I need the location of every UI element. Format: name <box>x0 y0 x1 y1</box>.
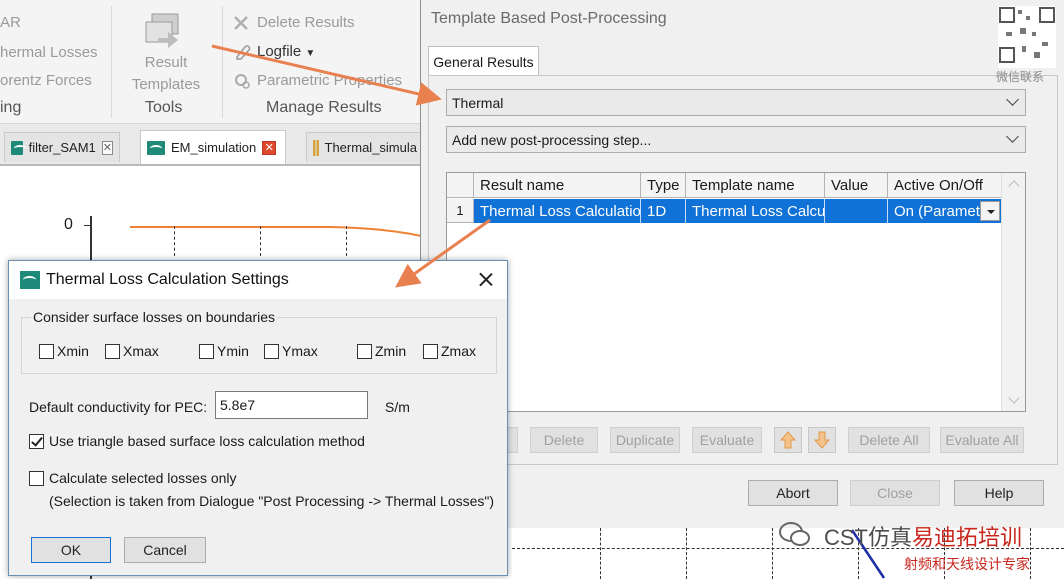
watermark-brand-red: 易迪拓培训 <box>912 525 1023 550</box>
watermark-tagline: 射频和天线设计专家 <box>904 556 1030 572</box>
callout-arrow-settings <box>395 218 491 288</box>
grid-line <box>772 528 773 579</box>
grid-line <box>1030 528 1031 579</box>
callout-arrow-templates <box>211 44 442 106</box>
callout-arrows <box>211 44 491 288</box>
grid-line <box>600 528 601 579</box>
watermark-brand-text: CST仿真 <box>824 525 913 550</box>
wechat-icon <box>778 520 812 548</box>
watermark-brand: CST仿真易迪拓培训 <box>824 520 1022 552</box>
grid-line <box>686 528 687 579</box>
